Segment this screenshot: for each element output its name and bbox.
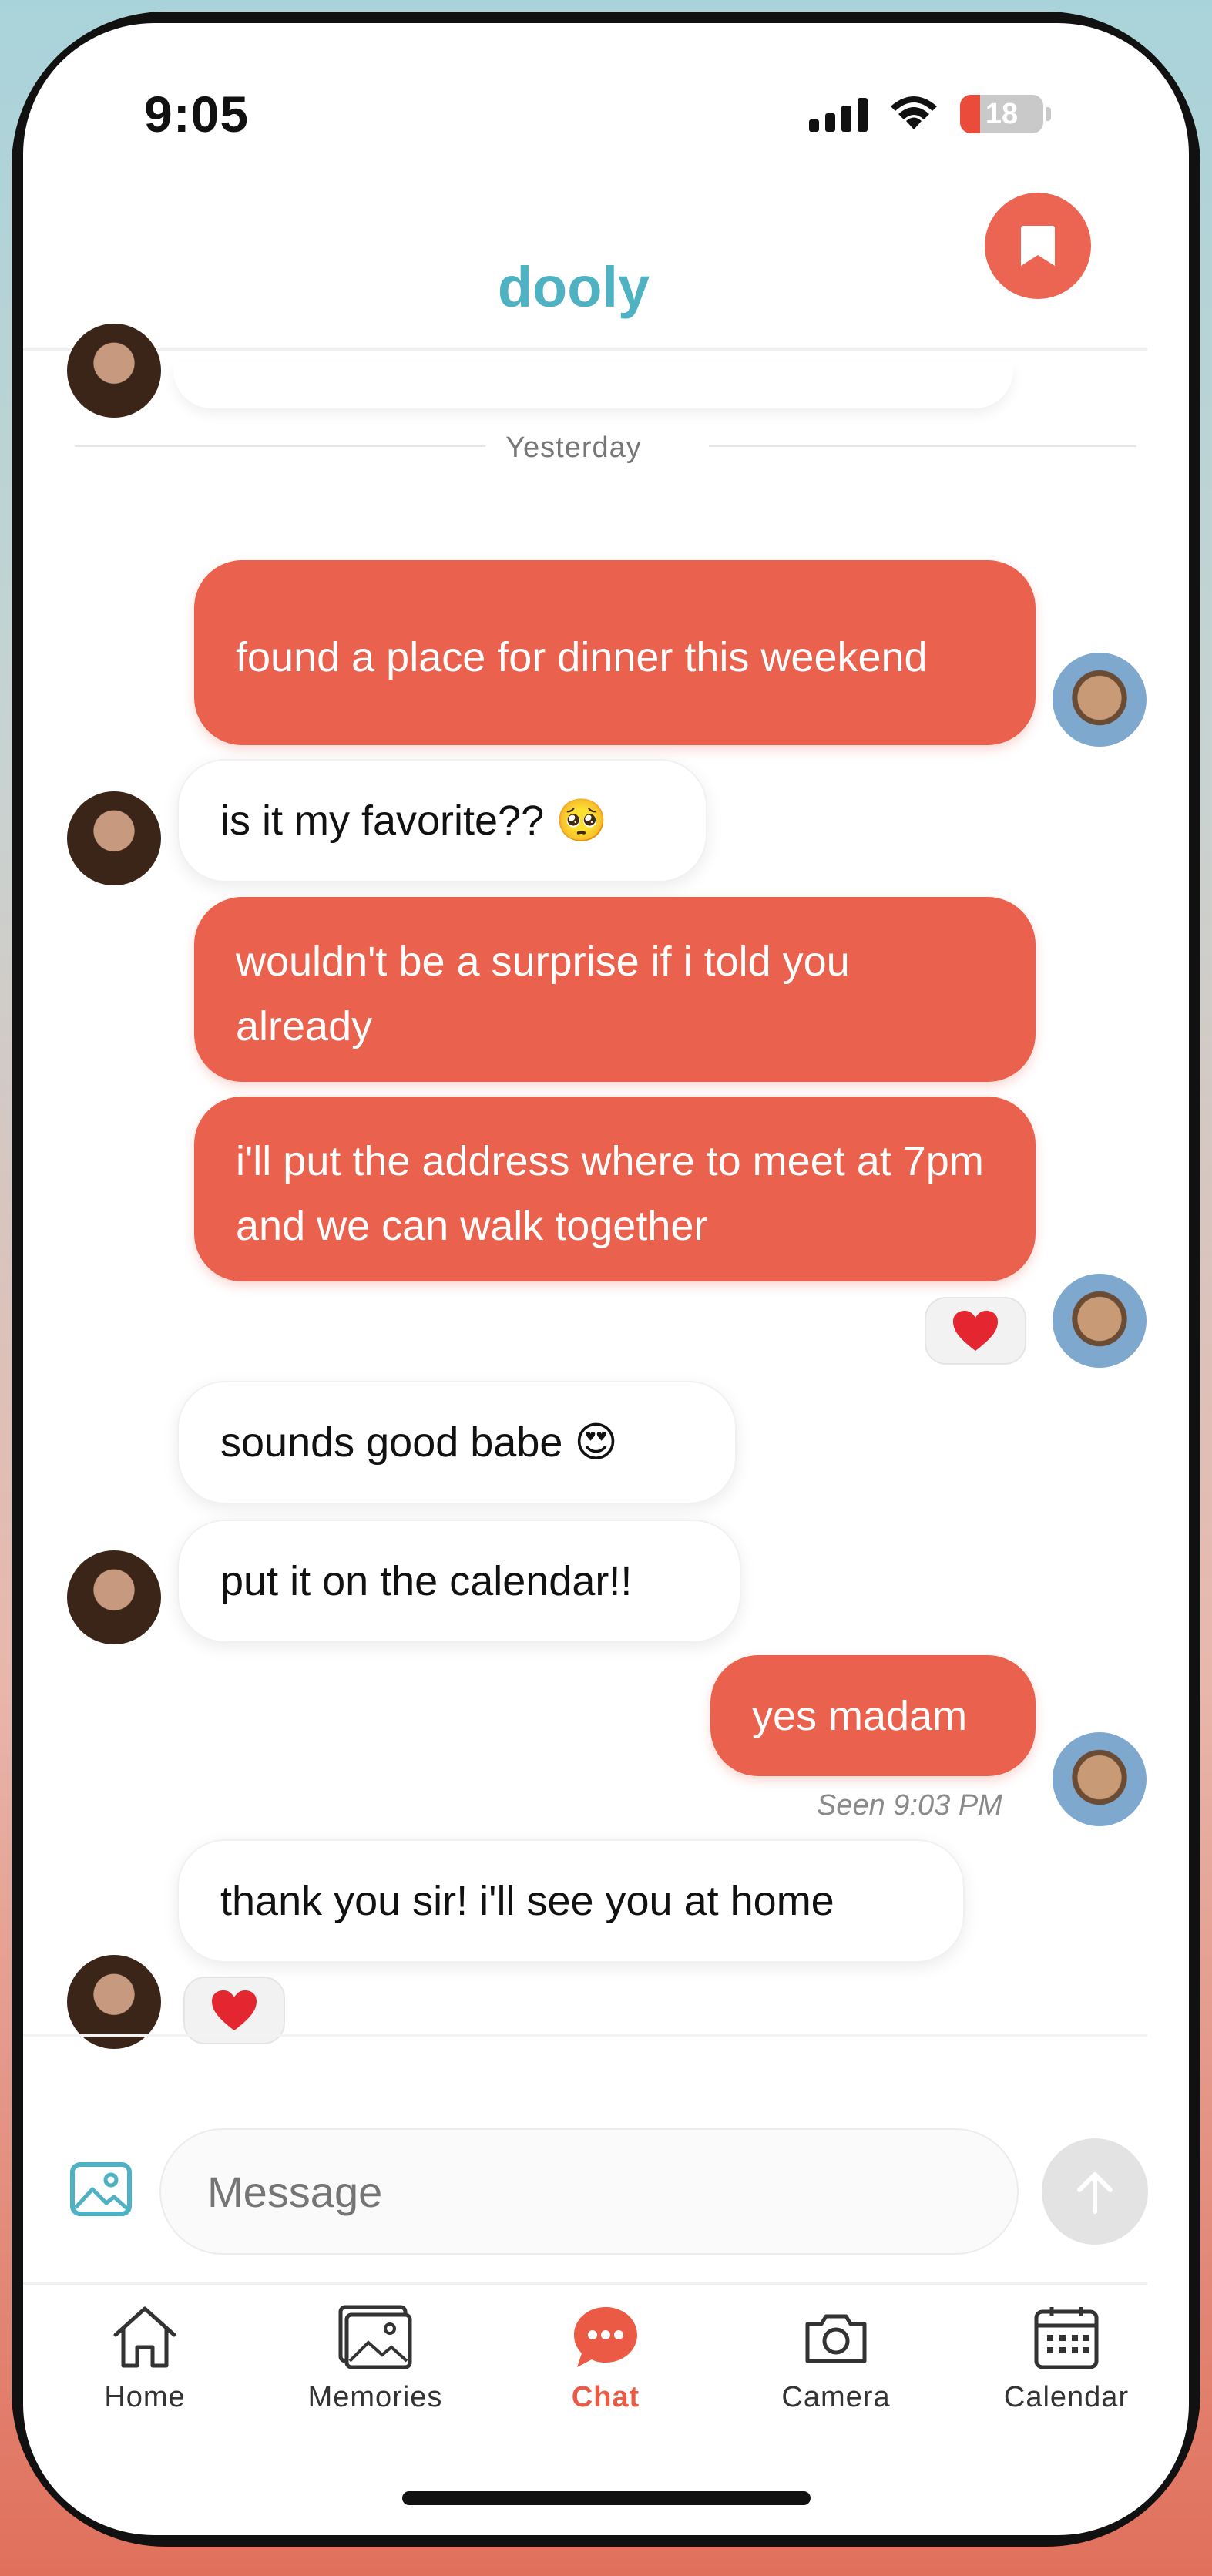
bookmark-button[interactable] xyxy=(985,193,1091,299)
message-text: yes madam xyxy=(752,1692,968,1739)
heart-icon xyxy=(212,1990,257,2030)
arrow-up-icon xyxy=(1077,2172,1113,2214)
seen-status: Seen 9:03 PM xyxy=(817,1789,1002,1822)
tab-label: Home xyxy=(104,2381,186,2413)
partner-avatar[interactable] xyxy=(67,324,161,418)
phone-frame: 9:05 18 dooly Yesterday found a place fo… xyxy=(12,12,1200,2547)
message-bubble-outgoing[interactable]: found a place for dinner this weekend xyxy=(194,560,1036,745)
status-time: 9:05 xyxy=(144,86,250,143)
composer-divider xyxy=(23,2034,1147,2037)
tab-label: Calendar xyxy=(1003,2381,1130,2413)
tab-label: Chat xyxy=(571,2381,640,2413)
tab-label: Camera xyxy=(781,2381,891,2413)
bookmark-icon xyxy=(1021,226,1055,266)
header-divider xyxy=(23,348,1147,351)
wifi-icon xyxy=(891,96,937,129)
tab-label: Memories xyxy=(307,2381,443,2413)
chat-icon xyxy=(574,2307,637,2367)
my-avatar[interactable] xyxy=(1053,1732,1147,1826)
message-text: found a place for dinner this weekend xyxy=(236,634,928,680)
tabbar-divider xyxy=(23,2282,1147,2285)
tab-chat[interactable]: Chat xyxy=(521,2304,690,2414)
previous-message-partial xyxy=(173,362,1013,408)
message-text: is it my favorite?? 🥺 xyxy=(220,798,608,844)
camera-icon xyxy=(805,2314,867,2363)
app-title: dooly xyxy=(497,255,650,319)
home-icon xyxy=(113,2306,176,2368)
battery-icon: 18 xyxy=(960,95,1043,133)
calendar-icon xyxy=(1034,2307,1099,2369)
partner-avatar[interactable] xyxy=(67,791,161,885)
image-icon xyxy=(70,2162,132,2216)
tab-calendar[interactable]: Calendar xyxy=(982,2304,1151,2414)
message-text: sounds good babe 😍 xyxy=(220,1419,618,1466)
tab-camera[interactable]: Camera xyxy=(751,2304,921,2414)
message-text: wouldn't be a surprise if i told you alr… xyxy=(236,939,850,1050)
message-bubble-outgoing[interactable]: i'll put the address where to meet at 7p… xyxy=(194,1097,1036,1281)
message-bubble-incoming[interactable]: thank you sir! i'll see you at home xyxy=(177,1839,965,1963)
message-bubble-incoming[interactable]: put it on the calendar!! xyxy=(177,1520,741,1643)
message-bubble-incoming[interactable]: is it my favorite?? 🥺 xyxy=(177,759,707,882)
home-indicator[interactable] xyxy=(402,2491,811,2505)
my-avatar[interactable] xyxy=(1053,1274,1147,1368)
send-button[interactable] xyxy=(1042,2138,1148,2245)
message-text: i'll put the address where to meet at 7p… xyxy=(236,1138,984,1249)
partner-avatar[interactable] xyxy=(67,1550,161,1644)
reaction-badge[interactable] xyxy=(925,1297,1026,1365)
tab-home[interactable]: Home xyxy=(60,2304,230,2414)
message-text: put it on the calendar!! xyxy=(220,1558,633,1604)
status-icons: 18 xyxy=(809,91,1051,137)
app-screen: 9:05 18 dooly Yesterday found a place fo… xyxy=(23,23,1189,2535)
battery-level: 18 xyxy=(985,97,1019,130)
heart-icon xyxy=(953,1311,998,1351)
photos-icon xyxy=(338,2305,412,2369)
signal-icon xyxy=(809,96,868,132)
message-bubble-outgoing[interactable]: yes madam xyxy=(710,1655,1036,1776)
message-bubble-incoming[interactable]: sounds good babe 😍 xyxy=(177,1381,737,1504)
my-avatar[interactable] xyxy=(1053,653,1147,747)
attach-photo-button[interactable] xyxy=(69,2161,133,2221)
message-text: thank you sir! i'll see you at home xyxy=(220,1878,834,1924)
message-bubble-outgoing[interactable]: wouldn't be a surprise if i told you alr… xyxy=(194,897,1036,1082)
tab-memories[interactable]: Memories xyxy=(290,2304,460,2414)
day-separator: Yesterday xyxy=(23,432,1147,465)
message-input[interactable] xyxy=(159,2128,1019,2255)
